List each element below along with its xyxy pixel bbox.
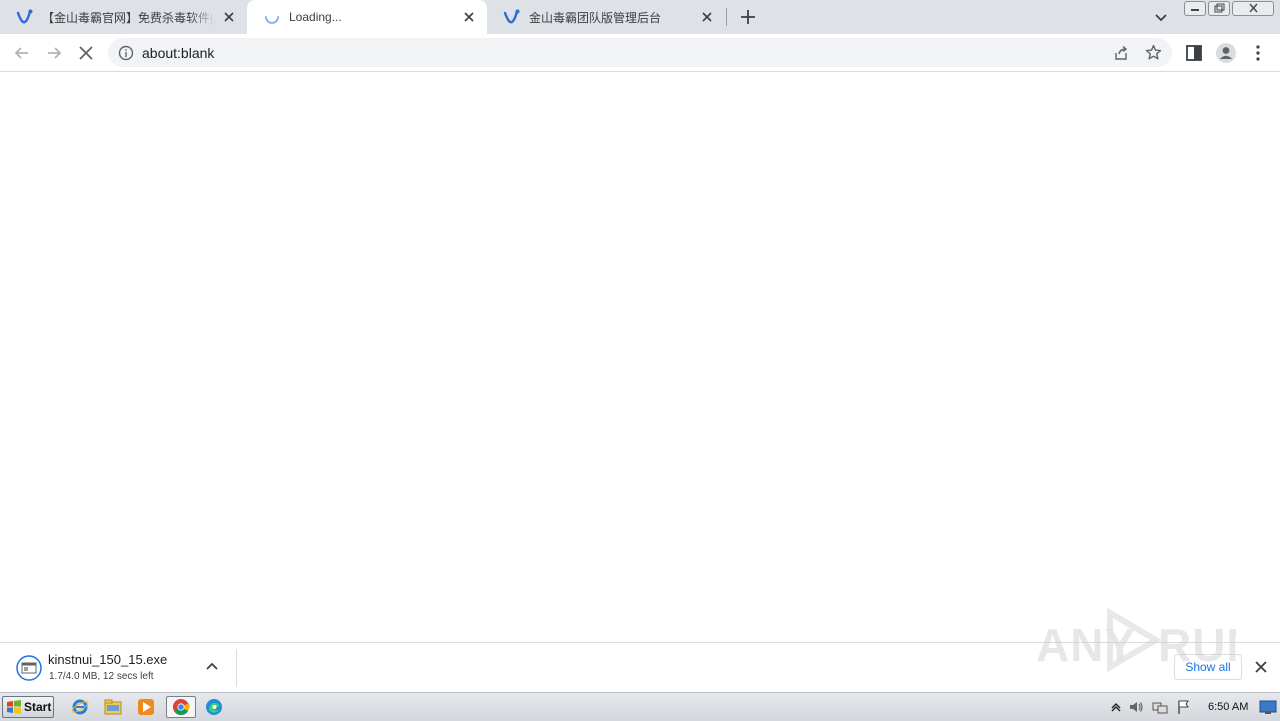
anyrun-logo-icon: ANY RUN <box>1036 607 1260 673</box>
show-desktop-icon[interactable] <box>1259 699 1277 715</box>
download-separator <box>236 649 237 687</box>
back-icon[interactable] <box>12 43 32 63</box>
chevron-up-icon[interactable] <box>204 659 220 675</box>
browser-toolbar: about:blank <box>0 34 1280 72</box>
tab-separator <box>726 8 727 26</box>
download-file-name[interactable]: kinstnui_150_15.exe <box>48 652 167 667</box>
windows-taskbar: Start 6:50 AM <box>0 692 1280 721</box>
kingsoft-logo-icon <box>16 9 33 24</box>
stop-icon[interactable] <box>76 43 96 63</box>
tab-title: Loading... <box>289 10 342 24</box>
tab-title: 【金山毒霸官网】免费杀毒软件|电脑杀毒 <box>42 10 215 25</box>
file-explorer-icon <box>104 699 122 715</box>
minimize-icon <box>1191 9 1199 11</box>
close-window-icon <box>1249 3 1258 13</box>
taskbar-chrome[interactable] <box>166 696 196 718</box>
url-text[interactable]: about:blank <box>142 45 214 61</box>
internet-explorer-icon <box>71 699 89 715</box>
tab-kingsoft-admin[interactable]: 金山毒霸团队版管理后台 <box>487 0 725 34</box>
side-panel-icon[interactable] <box>1184 43 1204 63</box>
volume-icon[interactable] <box>1128 699 1144 715</box>
close-icon[interactable] <box>221 9 237 25</box>
action-center-flag-icon[interactable] <box>1176 699 1192 715</box>
windows-logo-icon <box>7 700 21 714</box>
forward-icon[interactable] <box>44 43 64 63</box>
info-icon[interactable] <box>118 45 134 61</box>
taskbar-edge[interactable] <box>202 696 226 718</box>
new-tab-icon[interactable] <box>737 6 759 28</box>
edge-icon <box>206 699 222 715</box>
tab-strip: 【金山毒霸官网】免费杀毒软件|电脑杀毒 Loading... 金山毒霸团队版管理… <box>0 0 1280 34</box>
system-tray: 6:50 AM <box>1104 693 1280 721</box>
kingsoft-logo-icon <box>503 9 520 24</box>
address-bar[interactable]: about:blank <box>108 38 1172 67</box>
taskbar-file-explorer[interactable] <box>101 696 125 718</box>
tab-loading[interactable]: Loading... <box>247 0 487 34</box>
svg-text:RUN: RUN <box>1158 619 1236 671</box>
show-hidden-icons-icon[interactable] <box>1108 699 1124 715</box>
minimize-button[interactable] <box>1184 1 1206 16</box>
share-icon[interactable] <box>1113 45 1129 61</box>
tab-title: 金山毒霸团队版管理后台 <box>529 10 662 25</box>
anyrun-watermark: ANY RUN <box>1036 605 1260 675</box>
close-window-button[interactable] <box>1232 1 1274 16</box>
network-icon[interactable] <box>1152 699 1168 715</box>
page-content[interactable] <box>0 72 1280 642</box>
bookmark-star-icon[interactable] <box>1145 44 1162 61</box>
tab-kingsoft-official[interactable]: 【金山毒霸官网】免费杀毒软件|电脑杀毒 <box>0 0 247 34</box>
chevron-down-icon[interactable] <box>1152 8 1170 26</box>
close-icon[interactable] <box>461 9 477 25</box>
executable-file-icon <box>16 655 42 681</box>
download-status: 1.7/4.0 MB, 12 secs left <box>49 671 154 682</box>
restore-icon <box>1214 3 1225 13</box>
profile-icon[interactable] <box>1215 42 1237 64</box>
close-icon[interactable] <box>699 9 715 25</box>
clock[interactable]: 6:50 AM <box>1208 701 1248 713</box>
media-player-icon <box>138 699 154 715</box>
taskbar-media-player[interactable] <box>134 696 158 718</box>
chrome-icon <box>173 699 190 716</box>
start-label: Start <box>24 700 52 714</box>
taskbar-internet-explorer[interactable] <box>68 696 92 718</box>
start-button[interactable]: Start <box>2 696 54 718</box>
close-icon[interactable] <box>1253 659 1269 675</box>
loading-spinner-icon <box>265 16 279 24</box>
restore-button[interactable] <box>1208 1 1230 16</box>
menu-icon[interactable] <box>1248 43 1268 63</box>
